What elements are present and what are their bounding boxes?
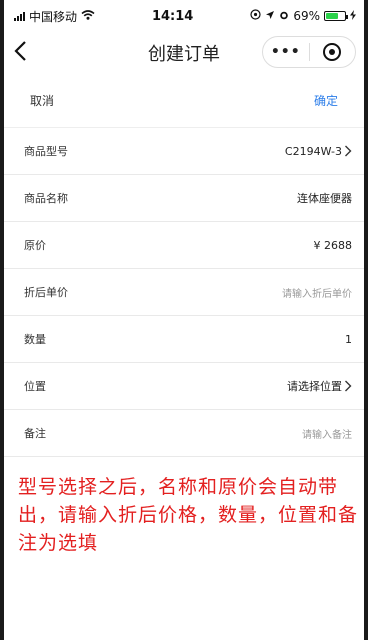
price-row: 原价 ¥ 2688 — [4, 222, 364, 269]
battery-icon — [323, 11, 348, 21]
chevron-right-icon — [344, 145, 352, 157]
quantity-row: 数量 1 — [4, 316, 364, 363]
status-left: 中国移动 — [14, 8, 95, 25]
model-select[interactable]: C2194W-3 — [285, 145, 352, 158]
battery-fill — [325, 13, 339, 19]
status-right: 69% — [250, 9, 356, 23]
discount-row: 折后单价 请输入折后单价 — [4, 269, 364, 316]
more-icon[interactable]: ••• — [263, 44, 309, 60]
location-arrow-icon — [265, 9, 275, 23]
navigation-bar: 创建订单 ••• — [4, 32, 364, 74]
carrier-label: 中国移动 — [29, 9, 78, 24]
action-bar: 取消 确定 — [4, 74, 364, 128]
remark-input[interactable]: 请输入备注 — [302, 426, 352, 441]
page-title: 创建订单 — [148, 44, 220, 65]
model-value: C2194W-3 — [284, 144, 342, 158]
discount-label: 折后单价 — [24, 286, 68, 299]
order-form: 商品型号 C2194W-3 商品名称 连体座便器 原价 ¥ 2688 折后单价 … — [4, 128, 364, 457]
close-button[interactable] — [310, 43, 356, 61]
signal-icon — [14, 11, 25, 21]
miniprogram-capsule: ••• — [262, 36, 356, 68]
wifi-icon — [81, 9, 95, 23]
name-label: 商品名称 — [24, 192, 68, 205]
annotation-note: 型号选择之后，名称和原价会自动带出，请输入折后价格，数量，位置和备注为选填 — [18, 476, 359, 554]
location-select[interactable]: 请选择位置 — [287, 378, 352, 394]
location-label: 位置 — [24, 380, 46, 393]
location-lock-icon — [250, 9, 261, 23]
cancel-button[interactable]: 取消 — [30, 92, 54, 109]
remark-row: 备注 请输入备注 — [4, 410, 364, 457]
status-bar: 中国移动 14:14 69% — [4, 0, 364, 32]
price-label: 原价 — [24, 239, 46, 252]
charging-icon — [349, 9, 356, 23]
status-time: 14:14 — [151, 8, 194, 24]
price-value: ¥ 2688 — [313, 238, 353, 252]
quantity-input[interactable]: 1 — [345, 333, 352, 346]
model-label: 商品型号 — [24, 145, 68, 158]
discount-price-input[interactable]: 请输入折后单价 — [282, 285, 352, 300]
battery-percent: 69% — [293, 9, 320, 23]
name-value: 连体座便器 — [297, 192, 352, 205]
model-row[interactable]: 商品型号 C2194W-3 — [4, 128, 364, 175]
location-value: 请选择位置 — [287, 380, 342, 393]
close-icon — [323, 43, 342, 61]
quantity-label: 数量 — [24, 333, 46, 346]
chevron-right-icon — [344, 380, 352, 392]
name-row: 商品名称 连体座便器 — [4, 175, 364, 222]
alarm-icon — [279, 9, 289, 23]
back-icon[interactable] — [14, 40, 28, 66]
remark-label: 备注 — [24, 427, 46, 440]
app-frame: 中国移动 14:14 69% 创建订单 ••• 取消 确定 商品型号 C2194… — [4, 0, 364, 640]
confirm-button[interactable]: 确定 — [314, 92, 338, 109]
location-row[interactable]: 位置 请选择位置 — [4, 363, 364, 410]
